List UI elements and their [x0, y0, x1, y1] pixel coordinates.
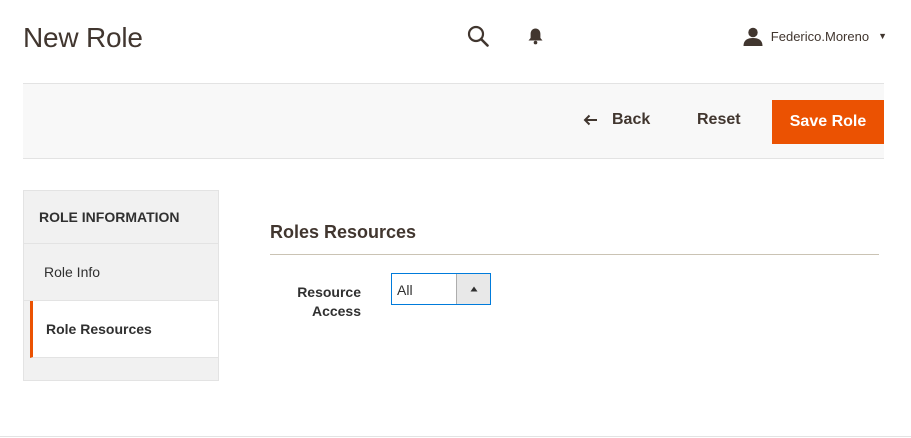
- bell-icon: [527, 27, 544, 45]
- back-button-label: Back: [612, 111, 651, 128]
- sidebar-item-role-info[interactable]: Role Info: [24, 244, 218, 301]
- user-name: Federico.Moreno: [770, 28, 870, 44]
- user-icon: [743, 27, 763, 46]
- resource-access-label: Resource Access: [280, 283, 361, 321]
- footer-divider: [0, 436, 911, 437]
- notifications-button[interactable]: [523, 22, 549, 50]
- role-information-tabs: ROLE INFORMATION Role Info Role Resource…: [23, 190, 219, 381]
- chevron-down-icon: ▼: [878, 31, 887, 41]
- sidebar-title: ROLE INFORMATION: [24, 191, 218, 244]
- resource-access-label-line1: Resource: [297, 284, 361, 300]
- section-divider: [270, 254, 879, 255]
- arrow-left-icon: [583, 114, 598, 126]
- chevron-up-icon: [470, 286, 478, 292]
- search-button[interactable]: [463, 22, 493, 50]
- section-title: Roles Resources: [270, 222, 417, 242]
- resource-access-select[interactable]: All: [391, 273, 491, 305]
- save-role-button[interactable]: Save Role: [772, 100, 884, 144]
- back-button[interactable]: Back: [583, 111, 650, 129]
- sidebar-item-label: Role Resources: [46, 321, 152, 337]
- page-actions-bar: Back Reset Save Role: [23, 83, 884, 159]
- select-toggle[interactable]: [456, 274, 490, 304]
- user-account-menu[interactable]: Federico.Moreno ▼: [743, 27, 887, 46]
- search-icon: [467, 25, 489, 47]
- resource-access-value: All: [397, 282, 413, 298]
- sidebar-item-label: Role Info: [44, 264, 101, 280]
- page-title: New Role: [23, 22, 143, 53]
- resource-access-label-line2: Access: [311, 303, 361, 319]
- reset-button[interactable]: Reset: [697, 111, 741, 129]
- sidebar-item-role-resources[interactable]: Role Resources: [30, 301, 218, 358]
- header-actions: Federico.Moreno ▼: [467, 22, 887, 50]
